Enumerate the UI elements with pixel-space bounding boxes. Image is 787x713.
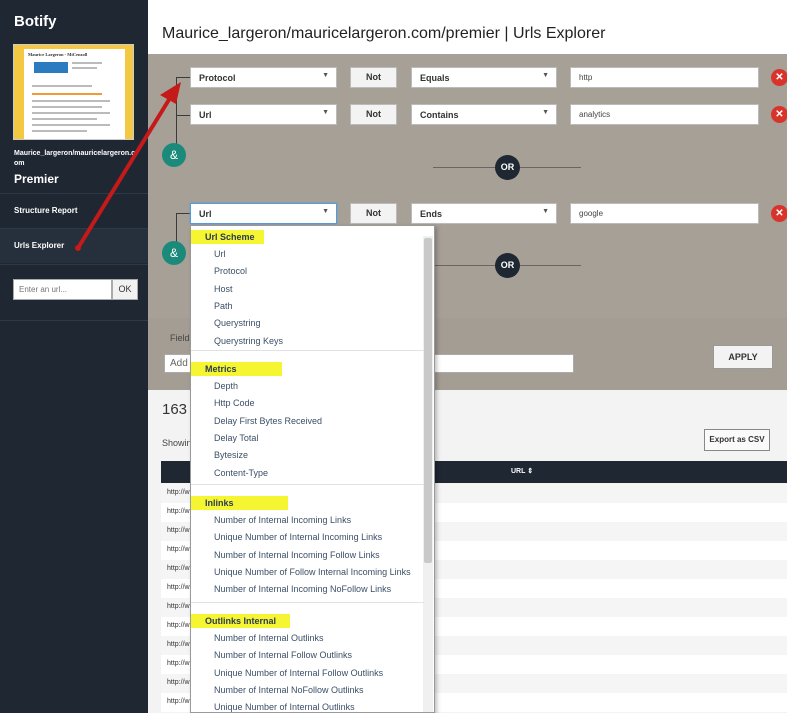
- annotation-arrow-tail: [75, 245, 81, 251]
- annotation-arrow: [75, 82, 181, 251]
- annotation-arrow-head: [160, 82, 181, 104]
- annotation-arrow-line: [76, 96, 172, 250]
